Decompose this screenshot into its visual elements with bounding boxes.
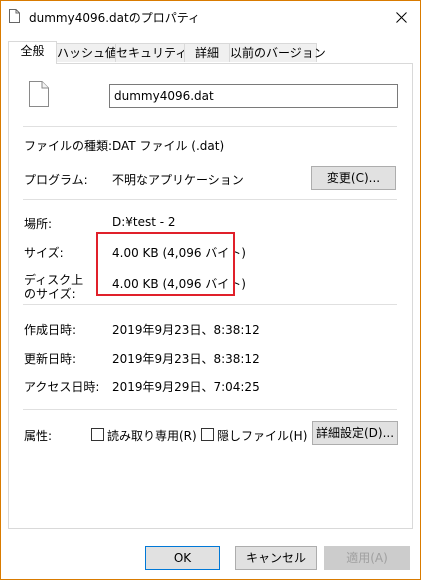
cancel-button[interactable]: キャンセル <box>235 546 317 570</box>
file-type-value: DAT ファイル (.dat) <box>112 139 225 153</box>
program-value: 不明なアプリケーション <box>112 173 244 187</box>
properties-window: dummy4096.datのプロパティ 全般 ハッシュ値 セキュリティ 詳細 以… <box>0 0 421 580</box>
modified-value: 2019年9月23日、8:38:12 <box>112 352 260 366</box>
accessed-label: アクセス日時: <box>24 380 100 394</box>
close-icon <box>395 11 407 23</box>
readonly-label[interactable]: 読み取り専用(R) <box>107 427 197 444</box>
location-value: D:¥test - 2 <box>112 215 176 229</box>
divider <box>23 409 397 410</box>
file-type-label: ファイルの種類: <box>24 139 113 153</box>
readonly-checkbox[interactable] <box>91 428 104 441</box>
accessed-value: 2019年9月29日、7:04:25 <box>112 380 260 394</box>
change-button[interactable]: 変更(C)... <box>311 166 396 190</box>
ok-button[interactable]: OK <box>145 546 220 570</box>
advanced-button[interactable]: 詳細設定(D)... <box>312 421 398 445</box>
tab-previous-versions[interactable]: 以前のバージョン <box>229 43 326 62</box>
tab-hash[interactable]: ハッシュ値 <box>56 43 117 62</box>
tab-details[interactable]: 詳細 <box>184 43 230 62</box>
created-label: 作成日時: <box>24 323 77 337</box>
highlight-box <box>96 232 235 296</box>
close-button[interactable] <box>384 3 418 31</box>
file-icon <box>9 9 20 23</box>
attributes-label: 属性: <box>24 429 53 443</box>
modified-label: 更新日時: <box>24 352 77 366</box>
document-icon <box>29 81 49 107</box>
divider <box>23 199 397 200</box>
size-label: サイズ: <box>24 246 64 260</box>
apply-button[interactable]: 適用(A) <box>324 546 410 570</box>
size-on-disk-label-line2: のサイズ: <box>24 287 76 301</box>
divider <box>23 304 397 305</box>
hidden-label[interactable]: 隠しファイル(H) <box>217 427 307 444</box>
location-label: 場所: <box>24 217 53 231</box>
tab-security[interactable]: セキュリティ <box>115 43 187 62</box>
created-value: 2019年9月23日、8:38:12 <box>112 323 260 337</box>
window-title: dummy4096.datのプロパティ <box>29 11 201 25</box>
divider <box>23 126 397 127</box>
hidden-checkbox[interactable] <box>201 428 214 441</box>
file-name-input[interactable] <box>109 84 398 108</box>
title-bar: dummy4096.datのプロパティ <box>1 1 420 33</box>
tab-general[interactable]: 全般 <box>8 41 57 64</box>
program-label: プログラム: <box>24 173 88 187</box>
